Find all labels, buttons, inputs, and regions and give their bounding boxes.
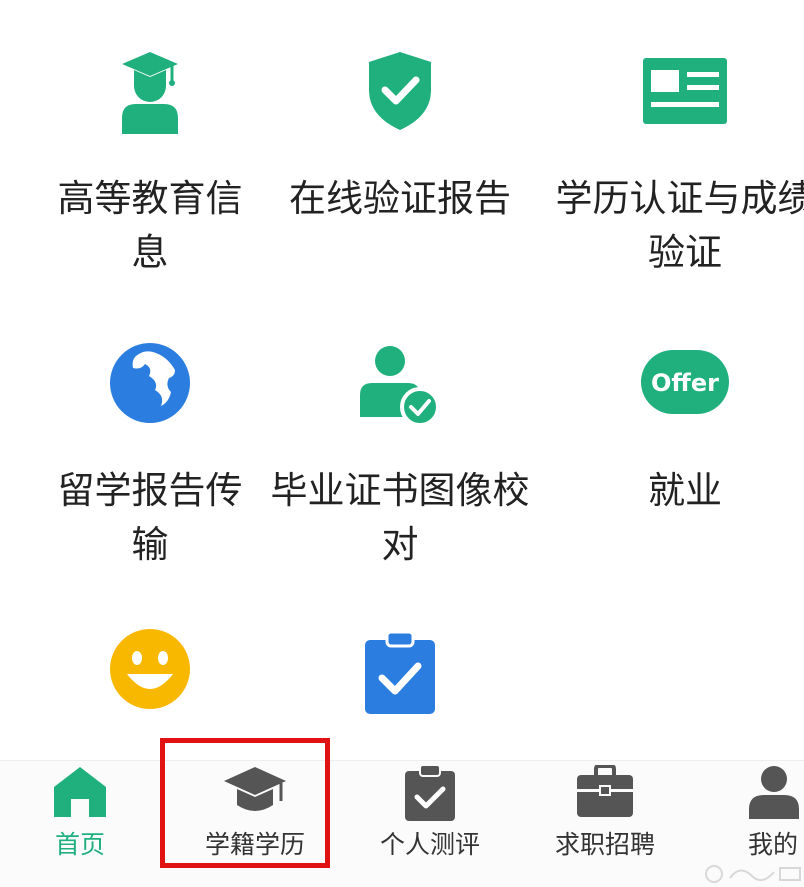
offer-badge-text: Offer — [651, 369, 719, 397]
bottom-tab-bar: 首页 学籍学历 个人测评 求职招聘 我的 — [0, 760, 804, 887]
clipboard-check-icon — [405, 765, 455, 821]
watermark-logo — [705, 865, 801, 883]
tile-employment[interactable]: Offer 就业 — [555, 0, 804, 580]
tab-student-records[interactable]: 学籍学历 — [180, 761, 330, 887]
tile-smile[interactable] — [20, 0, 280, 760]
service-grid: 高等教育信 息 在线验证报告 学历认证与成绩 验证 留学报告传 输 毕业证书图像… — [0, 0, 804, 760]
tab-label: 我的 — [748, 830, 799, 859]
tile-assessment[interactable] — [270, 0, 530, 760]
tile-label: 就业 — [648, 469, 722, 512]
tab-label: 首页 — [54, 830, 105, 859]
smile-icon — [110, 629, 190, 709]
tab-label: 求职招聘 — [554, 830, 655, 859]
briefcase-icon — [577, 765, 633, 817]
tab-personal-assessment[interactable]: 个人测评 — [360, 761, 500, 887]
home-icon — [54, 767, 106, 817]
tab-label: 个人测评 — [379, 830, 480, 859]
person-icon — [749, 766, 799, 819]
clipboard-check-icon — [365, 632, 435, 714]
tab-job-search[interactable]: 求职招聘 — [535, 761, 675, 887]
tab-label: 学籍学历 — [204, 830, 305, 859]
mortarboard-icon — [224, 767, 286, 811]
tab-home[interactable]: 首页 — [20, 761, 140, 887]
offer-badge-icon: Offer — [641, 350, 729, 414]
